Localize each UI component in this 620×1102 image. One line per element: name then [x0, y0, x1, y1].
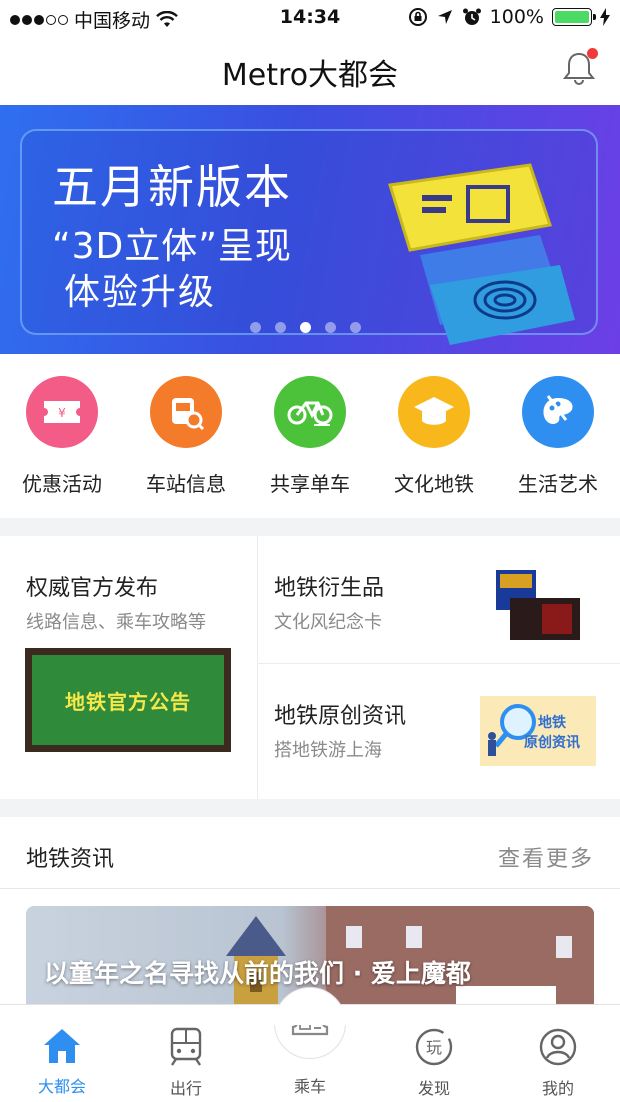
view-more-link[interactable]: 查看更多: [498, 841, 594, 873]
news-header: 地铁资讯 查看更多: [0, 817, 620, 889]
tab-travel[interactable]: 出行: [124, 1005, 248, 1102]
location-arrow-icon: [437, 10, 452, 24]
tab-label: 出行: [169, 1079, 202, 1098]
fingerprint-card-illustration: [388, 163, 575, 345]
status-bar: 中国移动 14:34 100%: [0, 0, 620, 36]
tab-label: 大都会: [37, 1077, 86, 1096]
tab-profile[interactable]: 我的: [496, 1005, 620, 1102]
home-icon: [44, 1029, 80, 1063]
page-title: Metro大都会: [221, 58, 399, 93]
battery-percent: 100%: [489, 6, 544, 28]
feature-merchandise[interactable]: 地铁衍生品 文化风纪念卡: [258, 536, 620, 664]
feature-subtitle: 线路信息、乘车攻略等: [26, 612, 206, 633]
pager-dot-active[interactable]: [300, 322, 311, 333]
pager-dot[interactable]: [250, 322, 261, 333]
feature-official-release[interactable]: 权威官方发布 线路信息、乘车攻略等 地铁官方公告: [0, 536, 258, 799]
board-text: 地铁官方公告: [65, 689, 191, 714]
feature-title: 地铁原创资讯: [274, 704, 407, 729]
quick-link-life-art[interactable]: 生活艺术: [496, 376, 620, 506]
section-divider: [0, 799, 620, 817]
tab-home[interactable]: 大都会: [0, 1005, 124, 1102]
svg-text:玩: 玩: [426, 1038, 442, 1057]
section-divider: [0, 518, 620, 536]
nav-bar: Metro大都会: [0, 36, 620, 104]
news-card-caption: 以童年之名寻找从前的我们 · 爱上魔都: [44, 959, 471, 988]
tab-label: 乘车: [293, 1077, 326, 1096]
pager-dot[interactable]: [325, 322, 336, 333]
tab-center-cover: [270, 1005, 350, 1025]
discover-play-icon: 玩: [415, 1028, 453, 1066]
news-section-title: 地铁资讯: [26, 847, 115, 872]
original-news-thumbnail: 地铁 原创资讯: [480, 696, 596, 766]
status-right: 100%: [408, 6, 610, 28]
pager-dot[interactable]: [350, 322, 361, 333]
promo-banner[interactable]: 五月新版本 “3D立体”呈现 体验升级: [0, 105, 620, 354]
feature-original-news[interactable]: 地铁原创资讯 搭地铁游上海 地铁 原创资讯: [258, 664, 620, 799]
tab-label: 发现: [417, 1079, 450, 1098]
tab-discover[interactable]: 玩 发现: [372, 1005, 496, 1102]
quick-link-label: 车站信息: [146, 472, 226, 496]
banner-pager[interactable]: [250, 322, 361, 333]
graduation-cap-icon: [398, 376, 470, 448]
coupon-icon: ¥: [26, 376, 98, 448]
quick-link-label: 优惠活动: [22, 472, 102, 496]
profile-icon: [539, 1028, 577, 1066]
quick-link-station-info[interactable]: 车站信息: [124, 376, 248, 506]
quick-link-label: 共享单车: [270, 472, 350, 496]
rotation-lock-icon: [408, 8, 427, 26]
feature-grid: 权威官方发布 线路信息、乘车攻略等 地铁官方公告 地铁衍生品 文化风纪念卡 地铁…: [0, 536, 620, 799]
feature-title: 地铁衍生品: [274, 576, 385, 601]
thumb-text-line2: 原创资讯: [524, 735, 580, 751]
thumb-text-line1: 地铁: [538, 715, 566, 731]
banner-tagline: 体验升级: [64, 272, 217, 313]
feature-title: 权威官方发布: [26, 576, 159, 601]
quick-links: ¥ 优惠活动 车站信息 共享单车 文化地铁 生活艺术: [0, 376, 620, 506]
quick-link-bike-sharing[interactable]: 共享单车: [248, 376, 372, 506]
charging-bolt-icon: [600, 8, 610, 26]
pager-dot[interactable]: [275, 322, 286, 333]
quick-link-culture[interactable]: 文化地铁: [372, 376, 496, 506]
tab-label: 我的: [541, 1079, 574, 1098]
alarm-icon: [462, 8, 481, 25]
feature-subtitle: 搭地铁游上海: [274, 740, 382, 761]
banner-subline: “3D立体”呈现: [52, 226, 292, 267]
quick-link-label: 文化地铁: [394, 472, 474, 496]
feature-subtitle: 文化风纪念卡: [274, 612, 382, 633]
svg-text:¥: ¥: [58, 406, 66, 420]
merch-cards-image: [496, 570, 580, 640]
notification-badge: [587, 48, 598, 59]
announcement-board-image: 地铁官方公告: [25, 648, 231, 752]
palette-icon: [522, 376, 594, 448]
bicycle-icon: [274, 376, 346, 448]
quick-link-promotions[interactable]: ¥ 优惠活动: [0, 376, 124, 506]
banner-headline: 五月新版本: [52, 160, 292, 214]
bottom-tab-bar: 大都会 出行 乘车 玩 发现 我的: [0, 987, 620, 1102]
station-search-icon: [150, 376, 222, 448]
battery-icon: [552, 8, 596, 26]
quick-link-label: 生活艺术: [518, 472, 598, 496]
train-icon: [170, 1027, 202, 1066]
